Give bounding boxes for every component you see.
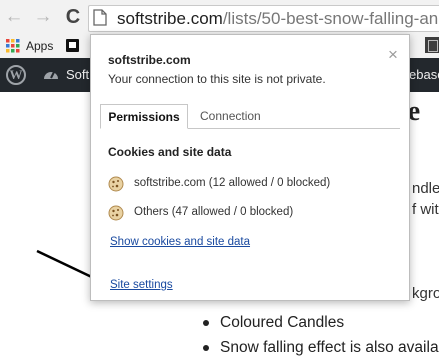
show-cookies-link[interactable]: Show cookies and site data <box>110 236 250 248</box>
address-bar[interactable]: softstribe.com/lists/50-best-snow-fallin… <box>88 5 439 32</box>
cookie-row-text: softstribe.com (12 allowed / 0 blocked) <box>134 177 331 189</box>
popup-domain: softstribe.com <box>108 53 191 67</box>
tab-permissions[interactable]: Permissions <box>100 104 188 129</box>
cookie-row-text: Others (47 allowed / 0 blocked) <box>134 206 294 218</box>
wordpress-logo-icon[interactable]: W <box>6 65 26 85</box>
bookmark-favicon-icon[interactable] <box>66 39 79 52</box>
section-title: Cookies and site data <box>108 145 232 159</box>
bookmark-right-icon[interactable] <box>425 37 439 53</box>
popup-tabs: Permissions Connection <box>100 104 400 129</box>
url-domain: softstribe.com <box>117 9 223 28</box>
forward-button[interactable]: → <box>31 4 55 30</box>
reload-button[interactable]: C <box>61 4 85 30</box>
dashboard-icon[interactable] <box>42 66 60 84</box>
article-text: f wit <box>412 201 439 218</box>
site-name-link[interactable]: Soft <box>66 58 89 92</box>
back-button[interactable]: ← <box>2 4 26 30</box>
close-icon[interactable]: × <box>386 46 400 63</box>
article-text: ndles <box>412 180 439 197</box>
site-info-popup: softstribe.com Your connection to this s… <box>90 34 410 301</box>
cookie-icon <box>108 205 124 221</box>
apps-bookmark-label[interactable]: Apps <box>26 37 53 55</box>
connection-message: Your connection to this site is not priv… <box>108 72 326 86</box>
browser-toolbar: ← → C softstribe.com/lists/50-best-snow-… <box>0 0 439 34</box>
article-text: kgrou <box>412 285 439 302</box>
feature-list: Coloured Candles Snow falling effect is … <box>200 310 439 360</box>
list-item: Snow falling effect is also availa <box>200 335 439 360</box>
url-path: /lists/50-best-snow-falling-and- <box>222 9 439 28</box>
apps-grid-icon[interactable] <box>6 39 20 53</box>
adminbar-link[interactable]: ebase <box>409 58 439 92</box>
url-text[interactable]: softstribe.com/lists/50-best-snow-fallin… <box>117 6 439 31</box>
site-settings-link[interactable]: Site settings <box>110 279 173 291</box>
tab-connection[interactable]: Connection <box>200 104 261 128</box>
cookie-icon <box>108 176 124 192</box>
page-info-icon[interactable] <box>93 9 107 26</box>
list-item: Coloured Candles <box>200 310 439 335</box>
